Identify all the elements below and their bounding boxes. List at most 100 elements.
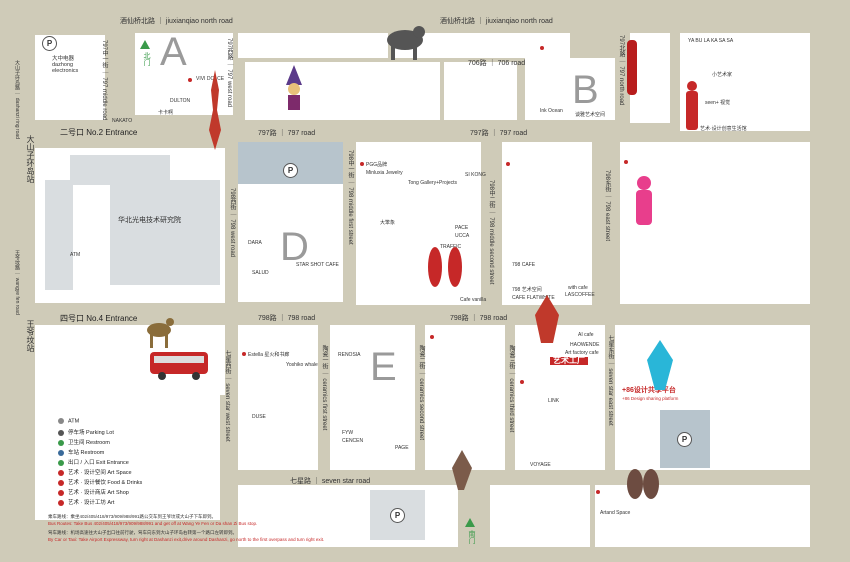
road-west798-label: 798西街 ｜ 798 west road [229,188,235,258]
venue-label: 798 CAFE [512,262,536,268]
venue-label: 卡卡啊 [158,110,174,116]
parking-icon: P [42,36,57,51]
venue-label: RENOSIA [338,352,361,358]
block-e1 [238,325,318,470]
entrance-no4: 四号口 No.4 Entrance [60,314,138,323]
sculpture-brown-duo-icon [627,469,659,499]
dazhong-en2: electronics [52,68,79,74]
atm-icon [58,418,64,424]
venue-marker-icon [430,335,434,339]
venue-marker-icon [540,46,544,50]
road-star-west-label: 七星西街 ｜ seven star west street [224,350,230,442]
food-icon [58,479,64,486]
venue-label: Estella 星火和书廊 [248,352,290,358]
venue-label: NAKATO [112,118,133,124]
venue-label: UCCA [455,233,470,239]
zone-e-letter: E [370,345,397,389]
venue-label: VOYAGE [530,462,551,468]
legend-row: 艺术 · 设计空间 Art Space [58,468,132,476]
venue-marker-icon [624,160,628,164]
footer-car-cn: 驾车路线：机场高速往大山子出口往前行驶，驾车向东到大山子环岛右转第一个路口左转即… [48,530,237,535]
sculpture-dog-icon [387,26,425,60]
venue-label: AI cafe [578,332,594,338]
block-institute-inner3 [110,180,220,285]
venue-label: YA BU LA KA SA SA [688,38,734,44]
parking-icon: P [390,508,405,523]
atm-label: ATM [70,252,81,258]
venue-label: Ink Ocean [540,108,563,114]
zone-b-letter: B [572,68,599,112]
venue-marker-icon [242,352,246,356]
venue-label: 大笨象 [380,220,396,226]
north-gate-label: 北门 [143,52,150,66]
venue-label: PGG品牌 [366,162,388,168]
legend-row: 艺术 · 设计工坊 Art [58,498,114,506]
block-center2 [502,142,592,305]
venue-label: 798 艺术空间 [512,287,542,293]
venue-label: 艺术·设计创意生活馆 [700,126,747,132]
sculpture-red-figure-icon [686,81,698,130]
north-gate-arrow-icon [140,40,150,49]
road-middle797-label: 797中一街 ｜ 797 middle road [101,40,107,121]
road-middle798-2-label: 798中二街 ｜ 798 middle second street [488,180,494,285]
venue-label: CENCEN [342,438,364,444]
venue-label: STAR SHOT CAFE [296,262,339,268]
sculpture-pink-figure-icon [636,176,652,225]
block-b [525,58,615,120]
venue-label: LINK [548,398,560,404]
venue-label: Cafe vanilla [460,297,487,303]
road-wangye-label: 王爷坟路 ｜ wangye fen road [14,250,20,315]
entrance-left-vertical: 大山子环岛站 [26,135,35,183]
venue-label: HAOWENDE [570,342,600,348]
institute-label: 华北光电技术研究院 [118,217,181,224]
venue-label: 谈雅艺术空间 [575,112,606,118]
venue-marker-icon [506,162,510,166]
venue-label: Artand Space [600,510,631,516]
legend-row: 卫生间 Restroom [58,438,110,446]
road-east798-label: 798东街 ｜ 798 east street [604,170,610,242]
footer-bus-cn: 乘车路线：乘坐402/405/418/973/909/988/991路公交车到王… [48,514,217,519]
legend-row: 出口 / 入口 Exit Entrance [58,458,129,466]
block-ne1 [238,33,388,58]
station-icon [58,449,64,456]
venue-label: seen+ 视觉 [705,100,731,106]
road-seven-star-label: 七星路 ｜ seven star road [290,478,371,485]
venue-marker-icon [520,380,524,384]
sharing-platform-en-label: +86 Design sharing platform [622,396,679,401]
road-797a-label: 797路 ｜ 797 road [258,130,316,137]
road-798b-label: 798路 ｜ 798 road [450,315,508,322]
legend-row: 车站 Restroom [58,448,104,456]
road-dashanzi-label: 大山子环岛路 ｜ dashanzi ring road [14,60,20,139]
venue-label: DARA [248,240,262,246]
yishu-gongchang-label: 艺术工厂 [550,357,588,365]
road-ceramics-first-label: 陶瓷一街 ｜ ceramics first street [321,345,327,431]
venue-label: LASCOFFEE [565,292,595,298]
venue-label: 小艺术家 [712,72,733,78]
road-706-label: 706路 ｜ 706 road [468,60,526,67]
road-798a-label: 798路 ｜ 798 road [258,315,316,322]
legend-row: 艺术 · 设计商店 Art Shop [58,488,129,496]
south-gate-arrow-icon [465,518,475,527]
sculpture-blue-icon [647,340,673,390]
venue-label: PACE [455,225,469,231]
parking-icon [58,429,64,436]
sculpture-red-tall-icon [627,40,637,95]
venue-label: SALUD [252,270,269,276]
footer-bus-en: Bus Routes: Take Bus 402/405/418/973/909… [48,521,258,526]
exit-icon [58,459,64,466]
road-middle798-1-label: 798中一街 ｜ 798 middle first street [347,150,353,245]
sculpture-horse-icon [147,318,174,348]
road-north-right-label: 酒仙桥北路 ｜ jiuxianqiao north road [440,18,553,25]
art-icon [58,499,64,506]
venue-label: DUSE [252,414,266,420]
road-star-east-label: 七星东街 ｜ seven star east street [607,335,613,426]
footer-car-en: By Car or Taxi: Take Airport Expressway,… [48,537,325,542]
parking-icon: P [677,432,692,447]
sculpture-red-block-icon [535,295,559,343]
sculpture-dancer-icon [452,450,472,490]
venue-label: FYW [342,430,354,436]
restroom-icon [58,439,64,446]
road-west797-label: 797西路 ｜ 797 west road [226,38,232,108]
venue-marker-icon [596,490,600,494]
block-mid-north2 [444,62,517,120]
